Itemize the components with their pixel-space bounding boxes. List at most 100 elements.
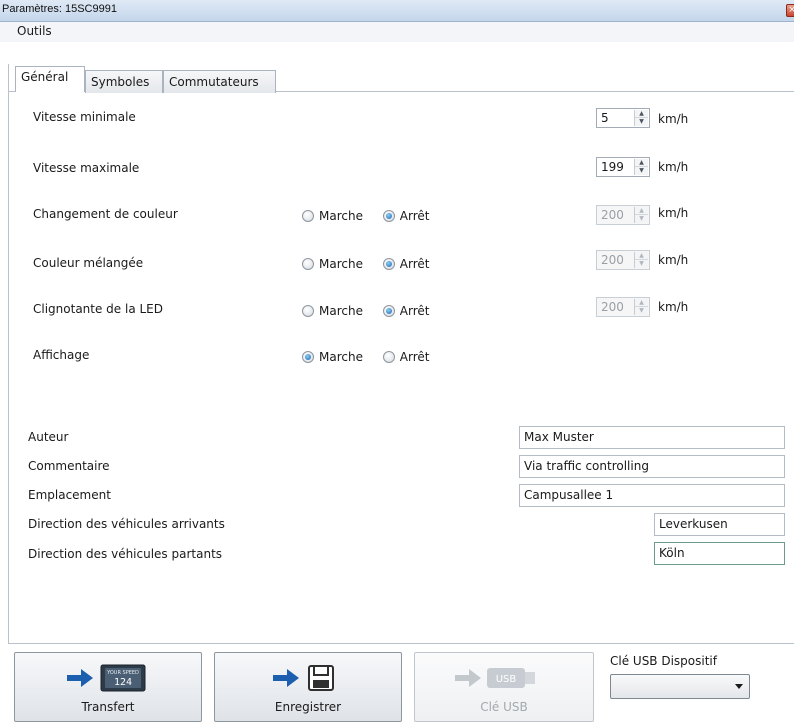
radio-checked-icon bbox=[382, 305, 395, 317]
radio-arret[interactable]: Arrêt bbox=[382, 304, 430, 318]
radio-label: Marche bbox=[319, 304, 363, 318]
frame-border bbox=[8, 64, 9, 644]
auteur-label: Auteur bbox=[28, 430, 69, 444]
radio-checked-icon bbox=[302, 351, 314, 363]
window-title: Paramètres: 15SC9991 bbox=[2, 3, 117, 15]
usb-stick-icon: USB bbox=[455, 668, 535, 688]
commentaire-field[interactable]: Via traffic controlling bbox=[519, 455, 785, 478]
couleur-melangee-radios: Marche Arrêt bbox=[302, 257, 446, 271]
arrow-right-icon: YOUR SPEED 124 bbox=[67, 664, 146, 692]
auteur-field[interactable]: Max Muster bbox=[519, 426, 785, 449]
floppy-disk-icon bbox=[273, 665, 334, 691]
speed-display-caption: YOUR SPEED bbox=[106, 670, 139, 676]
spin-buttons: ▲ ▼ bbox=[634, 207, 648, 223]
transfert-icons: YOUR SPEED 124 bbox=[15, 663, 201, 693]
changement-couleur-radios: Marche Arrêt bbox=[302, 209, 446, 223]
vitesse-min-label: Vitesse minimale bbox=[33, 110, 136, 124]
vitesse-min-value: 5 bbox=[601, 111, 609, 125]
chevron-down-icon bbox=[735, 684, 743, 689]
spin-up-icon: ▲ bbox=[635, 252, 648, 260]
spin-buttons: ▲ ▼ bbox=[634, 252, 648, 268]
spin-down-icon[interactable]: ▼ bbox=[635, 167, 648, 175]
commentaire-label: Commentaire bbox=[28, 459, 110, 473]
direction-arrivants-label: Direction des véhicules arrivants bbox=[28, 517, 225, 531]
spin-up-icon[interactable]: ▲ bbox=[635, 159, 648, 167]
tab-symboles[interactable]: Symboles bbox=[85, 70, 163, 93]
spin-up-icon: ▲ bbox=[635, 207, 648, 215]
transfert-label: Transfert bbox=[81, 700, 135, 714]
radio-unchecked-icon bbox=[302, 258, 314, 270]
radio-label: Marche bbox=[319, 209, 363, 223]
changement-couleur-value: 200 bbox=[601, 208, 624, 222]
usb-device-select[interactable] bbox=[610, 674, 750, 699]
spin-down-icon: ▼ bbox=[635, 260, 648, 268]
clignotante-led-unit: km/h bbox=[658, 300, 689, 314]
emplacement-label: Emplacement bbox=[28, 488, 111, 502]
changement-couleur-stepper[interactable]: 200 ▲ ▼ bbox=[596, 205, 650, 225]
spin-down-icon[interactable]: ▼ bbox=[635, 118, 648, 126]
radio-arret[interactable]: Arrêt bbox=[382, 350, 430, 364]
radio-unchecked-icon bbox=[302, 210, 314, 222]
radio-marche[interactable]: Marche bbox=[302, 257, 363, 271]
clignotante-led-value: 200 bbox=[601, 300, 624, 314]
cle-usb-icons: USB bbox=[415, 663, 593, 693]
spin-up-icon: ▲ bbox=[635, 299, 648, 307]
radio-checked-icon bbox=[382, 258, 395, 270]
vitesse-min-unit: km/h bbox=[658, 112, 689, 126]
direction-partants-field[interactable]: Köln bbox=[654, 542, 785, 565]
transfert-button[interactable]: YOUR SPEED 124 Transfert bbox=[14, 652, 202, 722]
cle-usb-button[interactable]: USB Clé USB bbox=[414, 652, 594, 722]
couleur-melangee-value: 200 bbox=[601, 253, 624, 267]
changement-couleur-label: Changement de couleur bbox=[33, 207, 178, 221]
direction-partants-label: Direction des véhicules partants bbox=[28, 547, 223, 561]
clignotante-led-radios: Marche Arrêt bbox=[302, 304, 446, 318]
usb-badge: USB bbox=[496, 674, 517, 685]
enregistrer-label: Enregistrer bbox=[274, 700, 342, 714]
radio-arret[interactable]: Arrêt bbox=[382, 257, 430, 271]
tab-general[interactable]: Général bbox=[15, 66, 85, 92]
changement-couleur-unit: km/h bbox=[658, 206, 689, 220]
tab-commutateurs[interactable]: Commutateurs bbox=[163, 70, 276, 93]
couleur-melangee-stepper[interactable]: 200 ▲ ▼ bbox=[596, 250, 650, 270]
radio-label: Marche bbox=[319, 350, 363, 364]
vitesse-max-label: Vitesse maximale bbox=[33, 161, 140, 175]
spin-down-icon: ▼ bbox=[635, 215, 648, 223]
spin-buttons: ▲ ▼ bbox=[634, 159, 648, 175]
menu-bar: Outils bbox=[0, 22, 794, 42]
radio-label: Arrêt bbox=[399, 304, 430, 318]
spin-buttons: ▲ ▼ bbox=[634, 299, 648, 315]
radio-marche[interactable]: Marche bbox=[302, 304, 363, 318]
vitesse-max-unit: km/h bbox=[658, 160, 689, 174]
radio-marche[interactable]: Marche bbox=[302, 209, 363, 223]
radio-label: Arrêt bbox=[399, 257, 430, 271]
usb-device-label: Clé USB Dispositif bbox=[610, 654, 717, 668]
radio-marche[interactable]: Marche bbox=[302, 350, 363, 364]
spin-buttons: ▲ ▼ bbox=[634, 110, 648, 126]
radio-arret[interactable]: Arrêt bbox=[382, 209, 430, 223]
clignotante-led-stepper[interactable]: 200 ▲ ▼ bbox=[596, 297, 650, 317]
speed-display-icon: 124 bbox=[114, 677, 132, 688]
radio-label: Arrêt bbox=[399, 209, 430, 223]
radio-checked-icon bbox=[382, 210, 395, 222]
spin-down-icon: ▼ bbox=[635, 307, 648, 315]
affichage-radios: Marche Arrêt bbox=[302, 350, 446, 364]
enregistrer-button[interactable]: Enregistrer bbox=[214, 652, 402, 722]
cle-usb-label: Clé USB bbox=[480, 700, 528, 714]
direction-arrivants-field[interactable]: Leverkusen bbox=[654, 513, 785, 536]
clignotante-led-label: Clignotante de la LED bbox=[33, 302, 164, 316]
vitesse-min-stepper[interactable]: 5 ▲ ▼ bbox=[596, 108, 650, 128]
emplacement-field[interactable]: Campusallee 1 bbox=[519, 484, 785, 507]
couleur-melangee-unit: km/h bbox=[658, 253, 689, 267]
radio-label: Arrêt bbox=[399, 350, 430, 364]
title-bar: Paramètres: 15SC9991 × bbox=[0, 0, 794, 22]
vitesse-max-stepper[interactable]: 199 ▲ ▼ bbox=[596, 157, 650, 177]
radio-label: Marche bbox=[319, 257, 363, 271]
close-icon[interactable]: × bbox=[786, 4, 794, 17]
menu-outils[interactable]: Outils bbox=[15, 23, 54, 39]
enregistrer-icons bbox=[215, 663, 401, 693]
affichage-label: Affichage bbox=[33, 348, 90, 362]
spin-up-icon[interactable]: ▲ bbox=[635, 110, 648, 118]
vitesse-max-value: 199 bbox=[601, 160, 624, 174]
couleur-melangee-label: Couleur mélangée bbox=[33, 256, 144, 270]
footer-divider bbox=[8, 643, 794, 644]
